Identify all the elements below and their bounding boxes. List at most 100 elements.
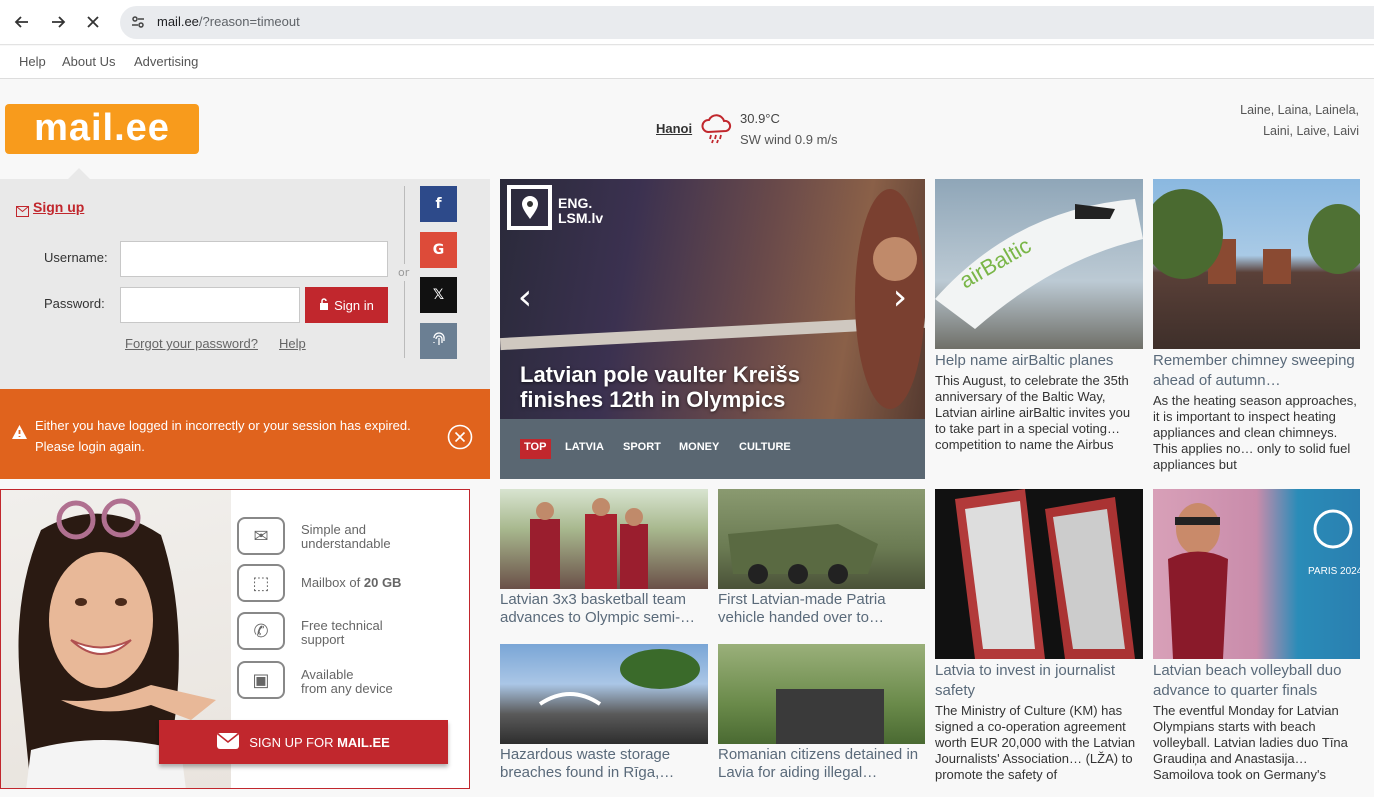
url-text: mail.ee/?reason=timeout xyxy=(157,14,300,29)
sign-in-label: Sign in xyxy=(334,297,374,313)
box-feature-icon: ⬚ xyxy=(237,564,285,602)
news-excerpt: As the heating season approaches, it is … xyxy=(1153,393,1357,472)
forward-icon[interactable] xyxy=(44,8,72,36)
feature-support: Free technical support xyxy=(301,619,383,647)
namedays-line-1: Laine, Laina, Lainela, xyxy=(1240,103,1359,117)
logo-pointer xyxy=(68,168,90,179)
signup-button-prefix: SIGN UP FOR xyxy=(249,734,338,750)
x-icon: 𝕏 xyxy=(432,287,445,303)
weather-wind: SW wind 0.9 m/s xyxy=(740,132,838,147)
feature-simple-line1: Simple and xyxy=(301,522,367,537)
signup-promo: ✉ Simple and understandable ⬚ Mailbox of … xyxy=(0,489,470,789)
tab-money[interactable]: MONEY xyxy=(679,441,719,453)
news-image-waste[interactable] xyxy=(500,644,708,744)
lsm-logo-text: ENG. LSM.lv xyxy=(558,196,603,226)
fingerprint-icon xyxy=(431,330,447,352)
close-icon[interactable] xyxy=(447,424,473,454)
feature-support-line2: support xyxy=(301,632,345,647)
x-login-button[interactable]: 𝕏 xyxy=(420,277,457,313)
warning-icon xyxy=(11,424,28,444)
help-link[interactable]: Help xyxy=(19,54,46,69)
hero-slider[interactable]: ENG. LSM.lv ‹ › Latvian pole vaulter Krei… xyxy=(500,179,925,479)
advertising-link[interactable]: Advertising xyxy=(134,54,198,69)
tab-culture[interactable]: CULTURE xyxy=(739,441,791,453)
sign-in-button[interactable]: Sign in xyxy=(305,287,388,323)
username-label: Username: xyxy=(44,250,108,265)
news-title[interactable]: Hazardous waste storage breaches found i… xyxy=(500,746,708,784)
news-title[interactable]: Latvian 3x3 basketball team advances to … xyxy=(500,591,708,629)
news-title[interactable]: Remember chimney sweeping ahead of autum… xyxy=(1153,351,1360,391)
envelope-icon xyxy=(217,732,240,752)
weather-temperature: 30.9°C xyxy=(740,111,780,126)
weather-city-link[interactable]: Hanoi xyxy=(656,121,692,136)
hero-category-tabs: TOP LATVIA SPORT MONEY CULTURE xyxy=(500,419,925,479)
signup-button-label: SIGN UP FOR MAIL.EE xyxy=(249,735,390,750)
lsm-logo-icon xyxy=(507,185,552,230)
news-title[interactable]: Help name airBaltic planes xyxy=(935,351,1143,371)
envelope-icon xyxy=(16,202,29,221)
browser-toolbar: mail.ee/?reason=timeout xyxy=(0,0,1374,45)
news-image-romanian[interactable] xyxy=(718,644,925,744)
about-us-link[interactable]: About Us xyxy=(62,54,115,69)
google-icon: G xyxy=(432,242,445,258)
password-input[interactable] xyxy=(120,287,300,323)
chevron-left-icon[interactable]: ‹ xyxy=(500,247,550,347)
news-excerpt: The eventful Monday for Latvian Olympian… xyxy=(1153,703,1348,782)
news-image-airbaltic[interactable]: airBaltic xyxy=(935,179,1143,349)
site-settings-icon[interactable] xyxy=(130,14,146,34)
news-image-basketball[interactable] xyxy=(500,489,708,589)
feature-simple: Simple and understandable xyxy=(301,523,391,551)
rain-cloud-icon xyxy=(700,112,734,150)
news-title[interactable]: First Latvian-made Patria vehicle handed… xyxy=(718,591,925,629)
namedays-line-2: Laini, Laive, Laivi xyxy=(1263,124,1359,138)
feature-mailbox-size: 20 GB xyxy=(363,575,402,590)
envelope-feature-icon: ✉ xyxy=(237,517,285,555)
feature-support-line1: Free technical xyxy=(301,618,383,633)
tab-sport[interactable]: SPORT xyxy=(623,441,661,453)
password-label: Password: xyxy=(44,296,105,311)
facebook-icon: f xyxy=(435,196,442,212)
news-image-volleyball[interactable]: PARIS 2024 xyxy=(1153,489,1360,659)
feature-devices: Available from any device xyxy=(301,668,393,696)
signup-link[interactable]: Sign up xyxy=(33,199,84,215)
stop-loading-icon[interactable] xyxy=(79,8,107,36)
facebook-login-button[interactable]: f xyxy=(420,186,457,222)
signup-button-brand: MAIL.EE xyxy=(337,734,390,750)
url-host: mail.ee xyxy=(157,14,199,29)
login-help-link[interactable]: Help xyxy=(279,336,306,351)
address-bar[interactable]: mail.ee/?reason=timeout xyxy=(120,6,1374,39)
lock-icon xyxy=(319,297,329,313)
or-label: or xyxy=(398,264,410,281)
error-message: Either you have logged in incorrectly or… xyxy=(35,418,411,454)
chevron-right-icon[interactable]: › xyxy=(875,247,925,347)
username-input[interactable] xyxy=(120,241,388,277)
error-banner: Either you have logged in incorrectly or… xyxy=(0,389,490,479)
news-title[interactable]: Latvia to invest in journalist safety xyxy=(935,661,1143,701)
signup-for-mail-ee-button[interactable]: SIGN UP FOR MAIL.EE xyxy=(159,720,448,764)
tab-latvia[interactable]: LATVIA xyxy=(565,441,604,453)
google-login-button[interactable]: G xyxy=(420,232,457,268)
news-image-chimney[interactable] xyxy=(1153,179,1360,349)
lsm-line2: LSM.lv xyxy=(558,210,604,226)
feature-devices-line1: Available xyxy=(301,667,354,682)
news-title[interactable]: Romanian citizens detained in Lavia for … xyxy=(718,746,925,784)
news-title[interactable]: Latvian beach volleyball duo advance to … xyxy=(1153,661,1360,701)
news-excerpt: This August, to celebrate the 35th anniv… xyxy=(935,373,1131,452)
top-nav: Help About Us Advertising xyxy=(0,46,1374,79)
news-image-journalist[interactable] xyxy=(935,489,1143,659)
url-path: /?reason=timeout xyxy=(198,14,300,29)
forgot-password-link[interactable]: Forgot your password? xyxy=(125,336,258,351)
devices-feature-icon: ▣ xyxy=(237,661,285,699)
tab-top[interactable]: TOP xyxy=(524,441,546,453)
hero-title[interactable]: Latvian pole vaulter Kreišs finishes 12t… xyxy=(520,362,860,412)
svg-text:PARIS 2024: PARIS 2024 xyxy=(1308,566,1360,577)
feature-mailbox-text: Mailbox of xyxy=(301,575,364,590)
news-image-patria[interactable] xyxy=(718,489,925,589)
mail-ee-logo[interactable]: mail.ee xyxy=(5,104,199,154)
lsm-line1: ENG. xyxy=(558,195,593,211)
feature-simple-line2: understandable xyxy=(301,536,391,551)
back-icon[interactable] xyxy=(8,8,36,36)
feature-mailbox: Mailbox of 20 GB xyxy=(301,576,401,590)
fingerprint-login-button[interactable] xyxy=(420,323,457,359)
news-excerpt: The Ministry of Culture (KM) has signed … xyxy=(935,703,1136,782)
